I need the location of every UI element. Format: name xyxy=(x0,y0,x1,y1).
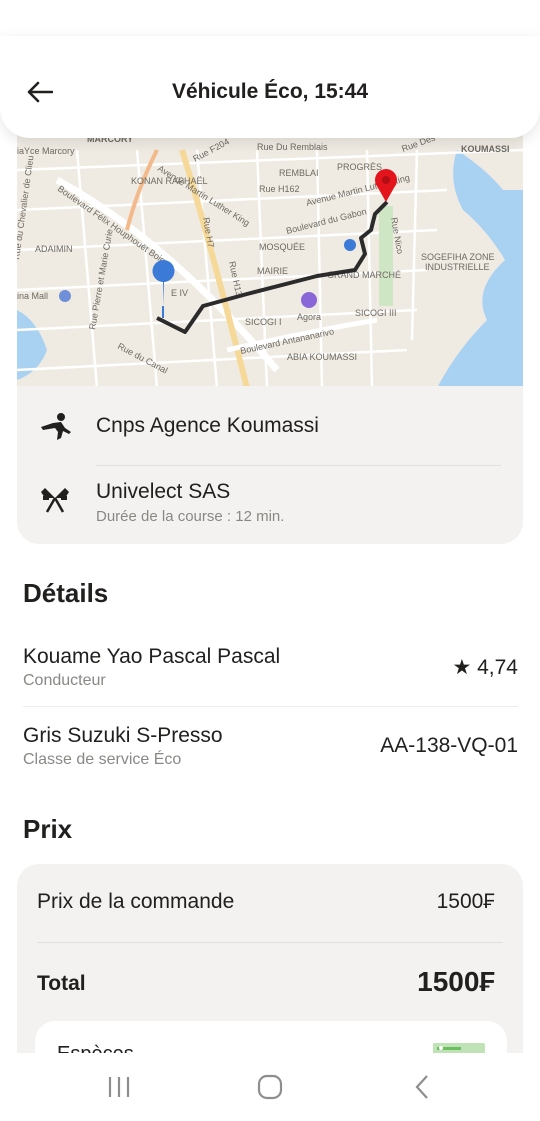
pickup-address: Cnps Agence Koumassi xyxy=(96,414,319,437)
trip-map[interactable]: MARCORY iaYce Marcory Rue F204 Rue Du Re… xyxy=(17,110,523,388)
driver-row[interactable]: Kouame Yao Pascal Pascal Conducteur ★ 4,… xyxy=(23,645,518,709)
license-plate: AA-138-VQ-01 xyxy=(380,734,518,757)
system-nav-bar xyxy=(0,1053,540,1121)
svg-text:E IV: E IV xyxy=(171,288,188,298)
recent-apps-icon xyxy=(108,1077,130,1097)
order-price-value: 1500₣ xyxy=(436,890,495,913)
price-heading: Prix xyxy=(23,814,73,844)
details-heading: Détails xyxy=(23,578,109,608)
driver-name: Kouame Yao Pascal Pascal xyxy=(23,645,281,668)
svg-text:ABIA KOUMASSI: ABIA KOUMASSI xyxy=(287,352,357,362)
total-label: Total xyxy=(37,972,86,995)
destination-address: Univelect SAS xyxy=(96,480,231,503)
svg-text:Rue Du Remblais: Rue Du Remblais xyxy=(257,142,328,152)
svg-text:KONAN RAPHAËL: KONAN RAPHAËL xyxy=(131,176,208,186)
back-chevron-icon xyxy=(415,1075,428,1099)
destination-row[interactable]: Univelect SAS Durée de la course : 12 mi… xyxy=(17,480,523,530)
home-button[interactable] xyxy=(250,1073,290,1101)
recent-apps-button[interactable] xyxy=(99,1073,139,1101)
order-price-row: Prix de la commande 1500₣ xyxy=(37,890,495,920)
svg-text:REMBLAI: REMBLAI xyxy=(279,168,319,178)
driver-rating: ★ 4,74 xyxy=(452,656,518,679)
trip-duration: Durée de la course : 12 min. xyxy=(96,508,285,525)
pickup-row[interactable]: Cnps Agence Koumassi xyxy=(17,408,523,464)
svg-text:MAIRIE: MAIRIE xyxy=(257,266,288,276)
page-title: Véhicule Éco, 15:44 xyxy=(171,80,369,103)
svg-text:iaYce Marcory: iaYce Marcory xyxy=(17,146,75,156)
svg-text:SICOGI I: SICOGI I xyxy=(245,317,282,327)
bus-stop-icon xyxy=(344,239,356,251)
home-icon xyxy=(257,1074,283,1100)
details-divider xyxy=(23,706,518,707)
order-price-label: Prix de la commande xyxy=(37,890,235,913)
mall-icon xyxy=(59,290,71,302)
top-bar: Véhicule Éco, 15:44 xyxy=(0,36,540,138)
price-card: Prix de la commande 1500₣ Total 1500₣ Es… xyxy=(17,864,523,1064)
svg-text:ina Mall: ina Mall xyxy=(17,291,48,301)
vehicle-model: Gris Suzuki S-Presso xyxy=(23,724,223,747)
map-canvas: MARCORY iaYce Marcory Rue F204 Rue Du Re… xyxy=(17,110,523,388)
walking-person-icon xyxy=(41,413,71,440)
svg-text:ADAIMIN: ADAIMIN xyxy=(35,244,73,254)
driver-role: Conducteur xyxy=(23,672,106,689)
checkered-flags-icon xyxy=(41,488,69,513)
route-card: Cnps Agence Koumassi Univelect SAS Durée… xyxy=(17,386,523,544)
total-value: 1500₣ xyxy=(417,966,495,997)
svg-text:Agora: Agora xyxy=(297,312,321,322)
service-class: Classe de service Éco xyxy=(23,751,182,768)
price-divider xyxy=(37,942,503,943)
system-back-button[interactable] xyxy=(402,1073,442,1101)
vehicle-row[interactable]: Gris Suzuki S-Presso Classe de service É… xyxy=(23,724,518,788)
svg-text:SOGEFIHA ZONE: SOGEFIHA ZONE xyxy=(421,252,495,262)
svg-text:INDUSTRIELLE: INDUSTRIELLE xyxy=(425,262,490,272)
svg-text:MOSQUÉE: MOSQUÉE xyxy=(259,242,305,252)
svg-text:KOUMASSI: KOUMASSI xyxy=(461,144,510,154)
route-divider xyxy=(96,465,501,466)
total-row: Total 1500₣ xyxy=(37,966,495,1002)
svg-text:Rue H162: Rue H162 xyxy=(259,184,300,194)
svg-text:PROGRÈS: PROGRÈS xyxy=(337,162,382,172)
svg-text:SICOGI III: SICOGI III xyxy=(355,308,397,318)
agora-poi-icon xyxy=(301,292,317,308)
